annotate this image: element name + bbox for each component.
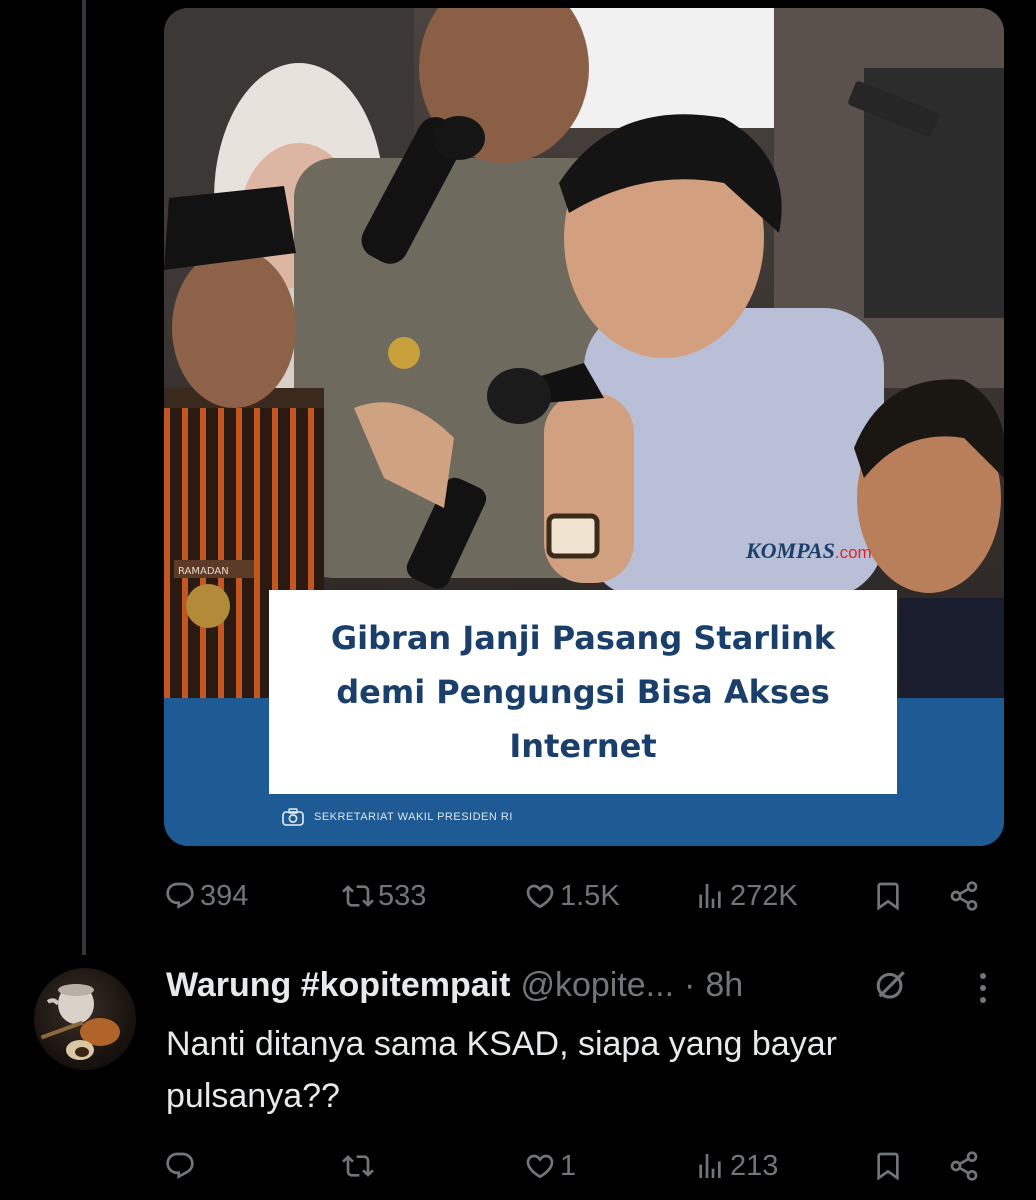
reply-action-bar: 1 213	[164, 1146, 994, 1186]
like-icon	[526, 1154, 554, 1179]
photo-credit: SEKRETARIAT WAKIL PRESIDEN RI	[282, 808, 513, 826]
repost-icon	[342, 885, 374, 907]
share-icon	[950, 881, 978, 911]
bookmark-button[interactable]	[872, 876, 904, 916]
views-icon	[699, 884, 721, 908]
reply-share-button[interactable]	[948, 1146, 980, 1186]
reply-repost-button[interactable]	[342, 1146, 378, 1186]
like-button[interactable]: 1.5K	[524, 876, 620, 916]
grok-button[interactable]	[874, 968, 908, 1007]
camera-icon	[282, 808, 304, 826]
tweet-action-bar: 394 533 1.5K 272K	[164, 876, 994, 916]
photo-credit-text: SEKRETARIAT WAKIL PRESIDEN RI	[314, 811, 513, 823]
views-icon	[699, 1154, 721, 1178]
reply-handle[interactable]: @kopite...	[520, 966, 674, 1005]
views-button[interactable]: 272K	[694, 876, 798, 916]
reply-time[interactable]: 8h	[705, 966, 743, 1005]
kompas-logo: KOMPAS.com	[746, 538, 872, 563]
more-button[interactable]	[972, 968, 994, 1013]
reply-icon	[166, 882, 194, 909]
reply-avatar[interactable]	[34, 968, 136, 1070]
like-icon	[526, 884, 554, 909]
headline-text: Gibran Janji Pasang Starlink demi Pengun…	[330, 619, 836, 765]
avatar-image	[40, 984, 120, 1060]
bookmark-icon	[877, 882, 899, 911]
name-tag: RAMADAN	[178, 566, 229, 577]
tweet-media-card[interactable]: RAMADAN KOMPAS.com Gibran Janji Pasang S…	[164, 8, 1004, 846]
repost-icon	[342, 1155, 374, 1177]
reply-separator: ·	[684, 966, 696, 1004]
reply-header: Warung #kopitempait @kopite... · 8h	[166, 966, 743, 1005]
reply-text: Nanti ditanya sama KSAD, siapa yang baya…	[166, 1025, 837, 1115]
share-button[interactable]	[948, 876, 980, 916]
repost-button[interactable]: 533	[342, 876, 426, 916]
reply-like-button[interactable]: 1	[524, 1146, 576, 1186]
reply-views-button[interactable]: 213	[694, 1146, 778, 1186]
more-icon	[980, 973, 986, 1003]
thread-line	[82, 0, 86, 955]
grok-icon	[876, 971, 905, 999]
share-icon	[950, 1151, 978, 1181]
reply-bookmark-button[interactable]	[872, 1146, 904, 1186]
headline-box: Gibran Janji Pasang Starlink demi Pengun…	[269, 590, 897, 794]
reply-button[interactable]: 394	[164, 876, 248, 916]
bookmark-icon	[877, 1152, 899, 1181]
reply-icon	[166, 1152, 194, 1179]
reply-reply-button[interactable]	[164, 1146, 200, 1186]
reply-display-name[interactable]: Warung #kopitempait	[166, 966, 510, 1005]
